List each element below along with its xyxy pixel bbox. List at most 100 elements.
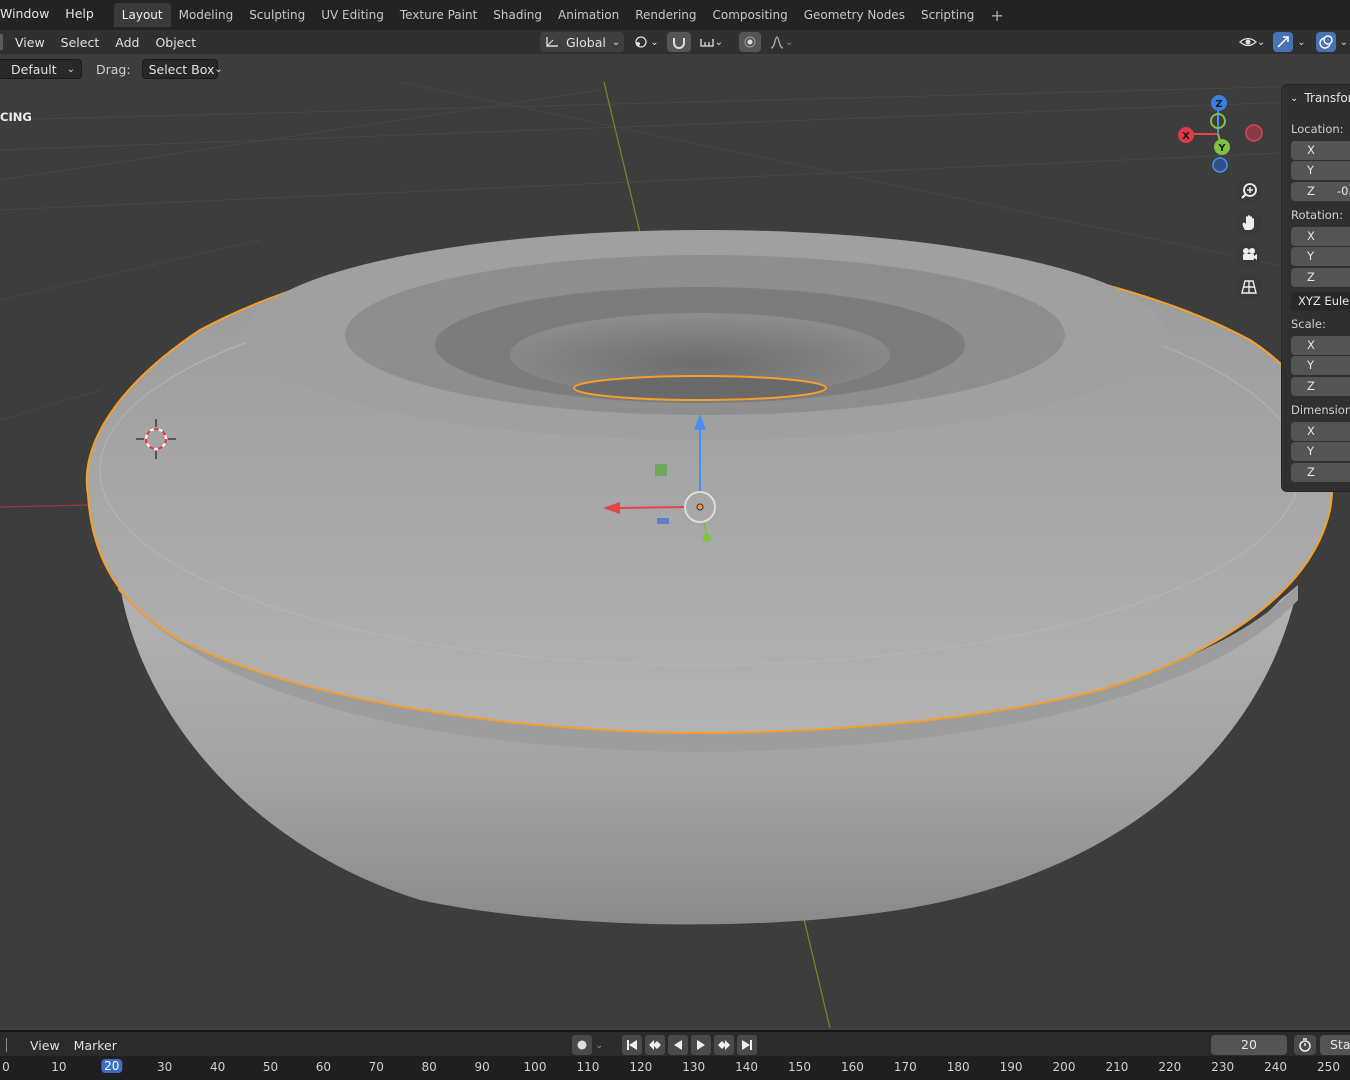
frame-tick: 130 (682, 1060, 706, 1074)
menu-object[interactable]: Object (147, 35, 204, 50)
location-y-field[interactable]: Y (1291, 161, 1350, 180)
tab-compositing[interactable]: Compositing (705, 3, 796, 27)
camera-view-button[interactable] (1236, 242, 1262, 268)
chevron-down-icon: ⌄ (785, 36, 794, 48)
location-z-field[interactable]: Z-0. (1291, 182, 1350, 201)
timeline-header: View Marker ⌄ 20 Start (0, 1030, 1350, 1058)
menu-select[interactable]: Select (53, 35, 108, 50)
jump-end-button[interactable] (737, 1035, 758, 1055)
tab-geometry-nodes[interactable]: Geometry Nodes (796, 3, 913, 27)
eye-icon (1238, 37, 1257, 47)
current-frame-field[interactable]: 20 (1211, 1035, 1287, 1055)
mode-text: CING (0, 110, 32, 124)
frame-tick: 170 (893, 1060, 917, 1074)
camera-icon (1243, 248, 1257, 260)
location-x-field[interactable]: X (1291, 141, 1350, 160)
rotation-z-field[interactable]: Z (1291, 268, 1350, 287)
scale-z-field[interactable]: Z (1291, 377, 1350, 396)
frame-tick: 90 (474, 1060, 490, 1074)
preview-range-toggle[interactable] (1294, 1035, 1316, 1055)
viewport-header: View Select Add Object Global ⌄ ⌄ ⌄ ⌄ ⌄ … (0, 30, 1350, 54)
tab-texture-paint[interactable]: Texture Paint (392, 3, 485, 27)
chevron-down-icon[interactable]: ⌄ (595, 1040, 603, 1051)
chevron-down-icon[interactable]: ⌄ (1340, 37, 1348, 48)
frame-tick: 0 (2, 1060, 10, 1074)
pivot-point-dropdown[interactable]: ⌄ (628, 32, 662, 52)
proportional-falloff-dropdown[interactable]: ⌄ (765, 32, 797, 52)
frame-tick: 230 (1211, 1060, 1235, 1074)
timeline-menu-marker[interactable]: Marker (67, 1038, 124, 1053)
play-icon (697, 1040, 706, 1050)
scale-y-field[interactable]: Y (1291, 356, 1350, 375)
navigation-gizmo[interactable]: Z Y X (1170, 90, 1270, 180)
frame-tick: 240 (1264, 1060, 1288, 1074)
zoom-button[interactable] (1236, 178, 1262, 204)
menu-help[interactable]: Help (59, 0, 100, 30)
tab-modeling[interactable]: Modeling (171, 3, 242, 27)
scale-x-field[interactable]: X (1291, 336, 1350, 355)
transform-orientation-dropdown[interactable]: Global ⌄ (540, 32, 625, 52)
snap-increment-icon (700, 39, 714, 47)
grid-perspective-icon (1241, 280, 1257, 294)
play-reverse-button[interactable] (668, 1035, 689, 1055)
next-keyframe-button[interactable] (714, 1035, 735, 1055)
tab-animation[interactable]: Animation (550, 3, 627, 27)
overlays-icon (1318, 35, 1333, 49)
auto-keying-button[interactable] (572, 1035, 592, 1055)
tab-layout[interactable]: Layout (113, 3, 171, 27)
timeline-ruler[interactable]: 0 10 20 30 40 50 60 70 80 90 100 110 120 130 140 150 160… (0, 1056, 1350, 1080)
dimensions-z-field[interactable]: Z (1291, 463, 1350, 482)
chevron-down-icon[interactable]: ⌄ (1297, 37, 1305, 48)
tab-rendering[interactable]: Rendering (627, 3, 704, 27)
dimensions-y-field[interactable]: Y (1291, 442, 1350, 461)
gizmo-icon (1277, 36, 1289, 48)
x-axis-line (0, 504, 91, 508)
timeline-menu-view[interactable]: View (23, 1038, 67, 1053)
tab-sculpting[interactable]: Sculpting (241, 3, 313, 27)
frame-tick: 160 (840, 1060, 864, 1074)
menu-window[interactable]: Window (0, 0, 55, 30)
jump-end-icon (742, 1040, 753, 1050)
3d-viewport[interactable] (0, 82, 1350, 1028)
play-button[interactable] (691, 1035, 712, 1055)
transform-panel-header[interactable]: ⌄ Transform (1290, 91, 1350, 105)
rotation-x-field[interactable]: X (1291, 227, 1350, 246)
editor-type-edge[interactable] (0, 34, 3, 50)
proportional-edit-toggle[interactable] (739, 32, 762, 52)
rotation-y-field[interactable]: Y (1291, 247, 1350, 266)
chevron-down-icon: ⌄ (611, 36, 621, 48)
prev-keyframe-button[interactable] (645, 1035, 666, 1055)
magnet-icon (672, 38, 685, 49)
chevron-down-icon: ⌄ (214, 63, 223, 75)
torus-hole (573, 375, 827, 401)
add-workspace-button[interactable]: + (982, 6, 1011, 25)
frame-tick: 80 (421, 1060, 437, 1074)
menu-add[interactable]: Add (107, 35, 147, 50)
workspace-tabs: Layout Modeling Sculpting UV Editing Tex… (113, 0, 1012, 30)
frame-tick: 60 (315, 1060, 332, 1074)
snap-toggle[interactable] (666, 32, 691, 52)
tab-uv-editing[interactable]: UV Editing (313, 3, 392, 27)
gizmo-toggle[interactable] (1273, 32, 1294, 52)
rotation-label: Rotation: (1291, 208, 1343, 222)
play-reverse-icon (674, 1040, 683, 1050)
pan-button[interactable] (1236, 210, 1262, 236)
frame-tick: 140 (735, 1060, 759, 1074)
transform-preset-dropdown[interactable]: Default ⌄ (0, 59, 82, 79)
menu-view[interactable]: View (7, 35, 53, 50)
overlays-toggle[interactable] (1315, 32, 1336, 52)
frame-tick: 100 (523, 1060, 547, 1074)
jump-start-button[interactable] (622, 1035, 643, 1055)
chevron-down-icon[interactable] (0, 1038, 7, 1052)
start-frame-field[interactable]: Start (1320, 1035, 1350, 1055)
snap-target-dropdown[interactable]: ⌄ (695, 32, 727, 52)
perspective-toggle-button[interactable] (1236, 274, 1262, 300)
tab-shading[interactable]: Shading (485, 3, 550, 27)
sidebar-n-panel: ⌄ Transform Location: X Y Z-0. Rotation:… (1281, 84, 1350, 492)
chevron-down-icon: ⌄ (1256, 36, 1266, 48)
dimensions-x-field[interactable]: X (1291, 422, 1350, 441)
rotation-mode-dropdown[interactable]: XYZ Euler (1291, 292, 1350, 311)
tab-scripting[interactable]: Scripting (913, 3, 982, 27)
drag-mode-dropdown[interactable]: Select Box ⌄ (141, 59, 223, 79)
visibility-dropdown[interactable]: ⌄ (1235, 32, 1269, 52)
